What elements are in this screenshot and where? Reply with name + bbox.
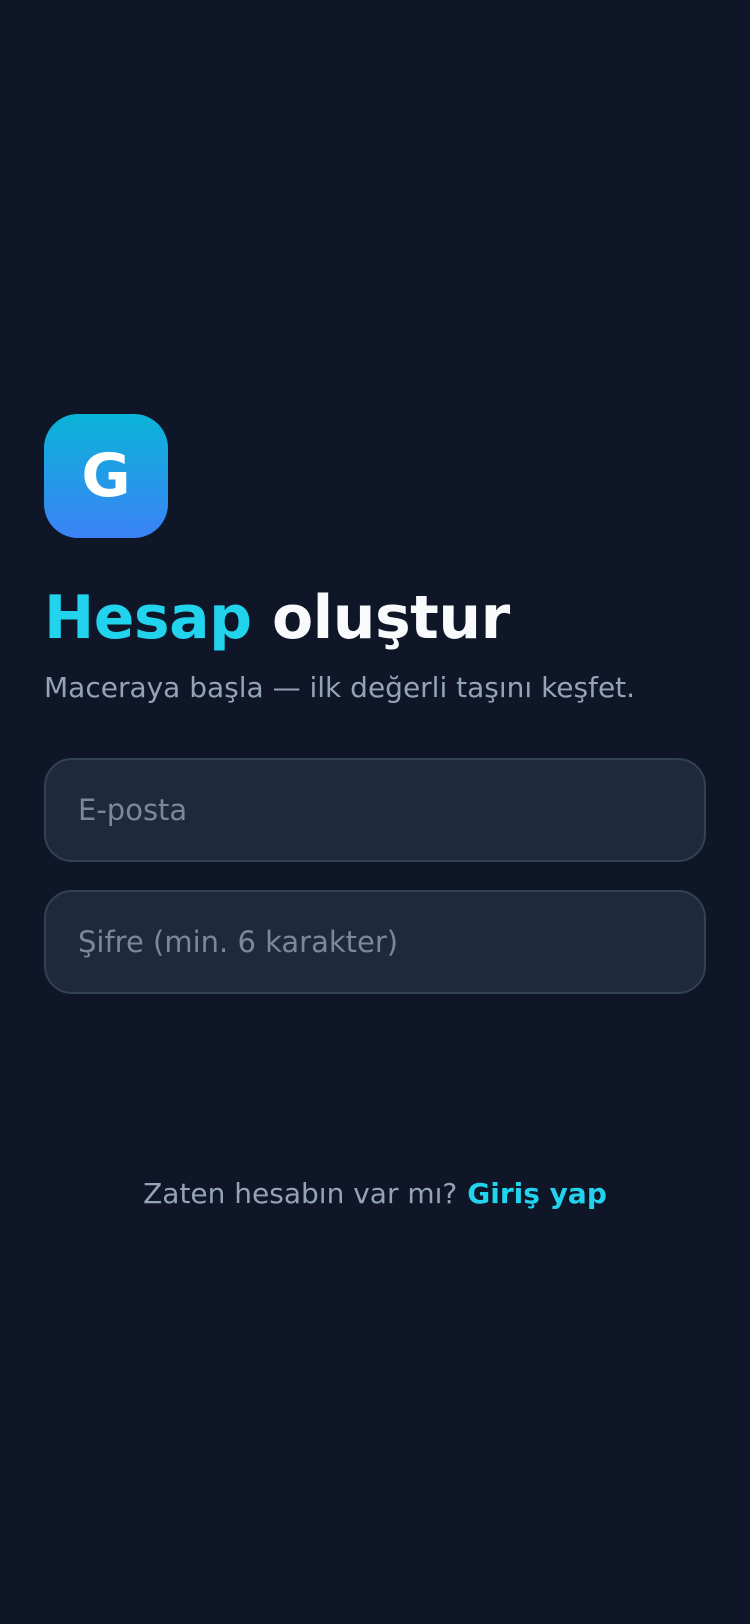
- login-prompt: Zaten hesabın var mı? Giriş yap: [0, 1172, 750, 1216]
- app-logo: G: [44, 414, 168, 538]
- email-field[interactable]: [44, 758, 706, 862]
- logo-letter: G: [81, 441, 131, 511]
- login-link[interactable]: Giriş yap: [467, 1177, 607, 1210]
- page-title: Hesap oluştur: [44, 580, 510, 656]
- signup-screen: G Hesap oluştur Maceraya başla — ilk değ…: [0, 0, 750, 1624]
- login-prompt-text: Zaten hesabın var mı?: [143, 1177, 458, 1210]
- password-field[interactable]: [44, 890, 706, 994]
- title-rest: oluştur: [271, 583, 510, 653]
- title-accent: Hesap: [44, 583, 252, 653]
- page-subtitle: Maceraya başla — ilk değerli taşını keşf…: [44, 671, 636, 704]
